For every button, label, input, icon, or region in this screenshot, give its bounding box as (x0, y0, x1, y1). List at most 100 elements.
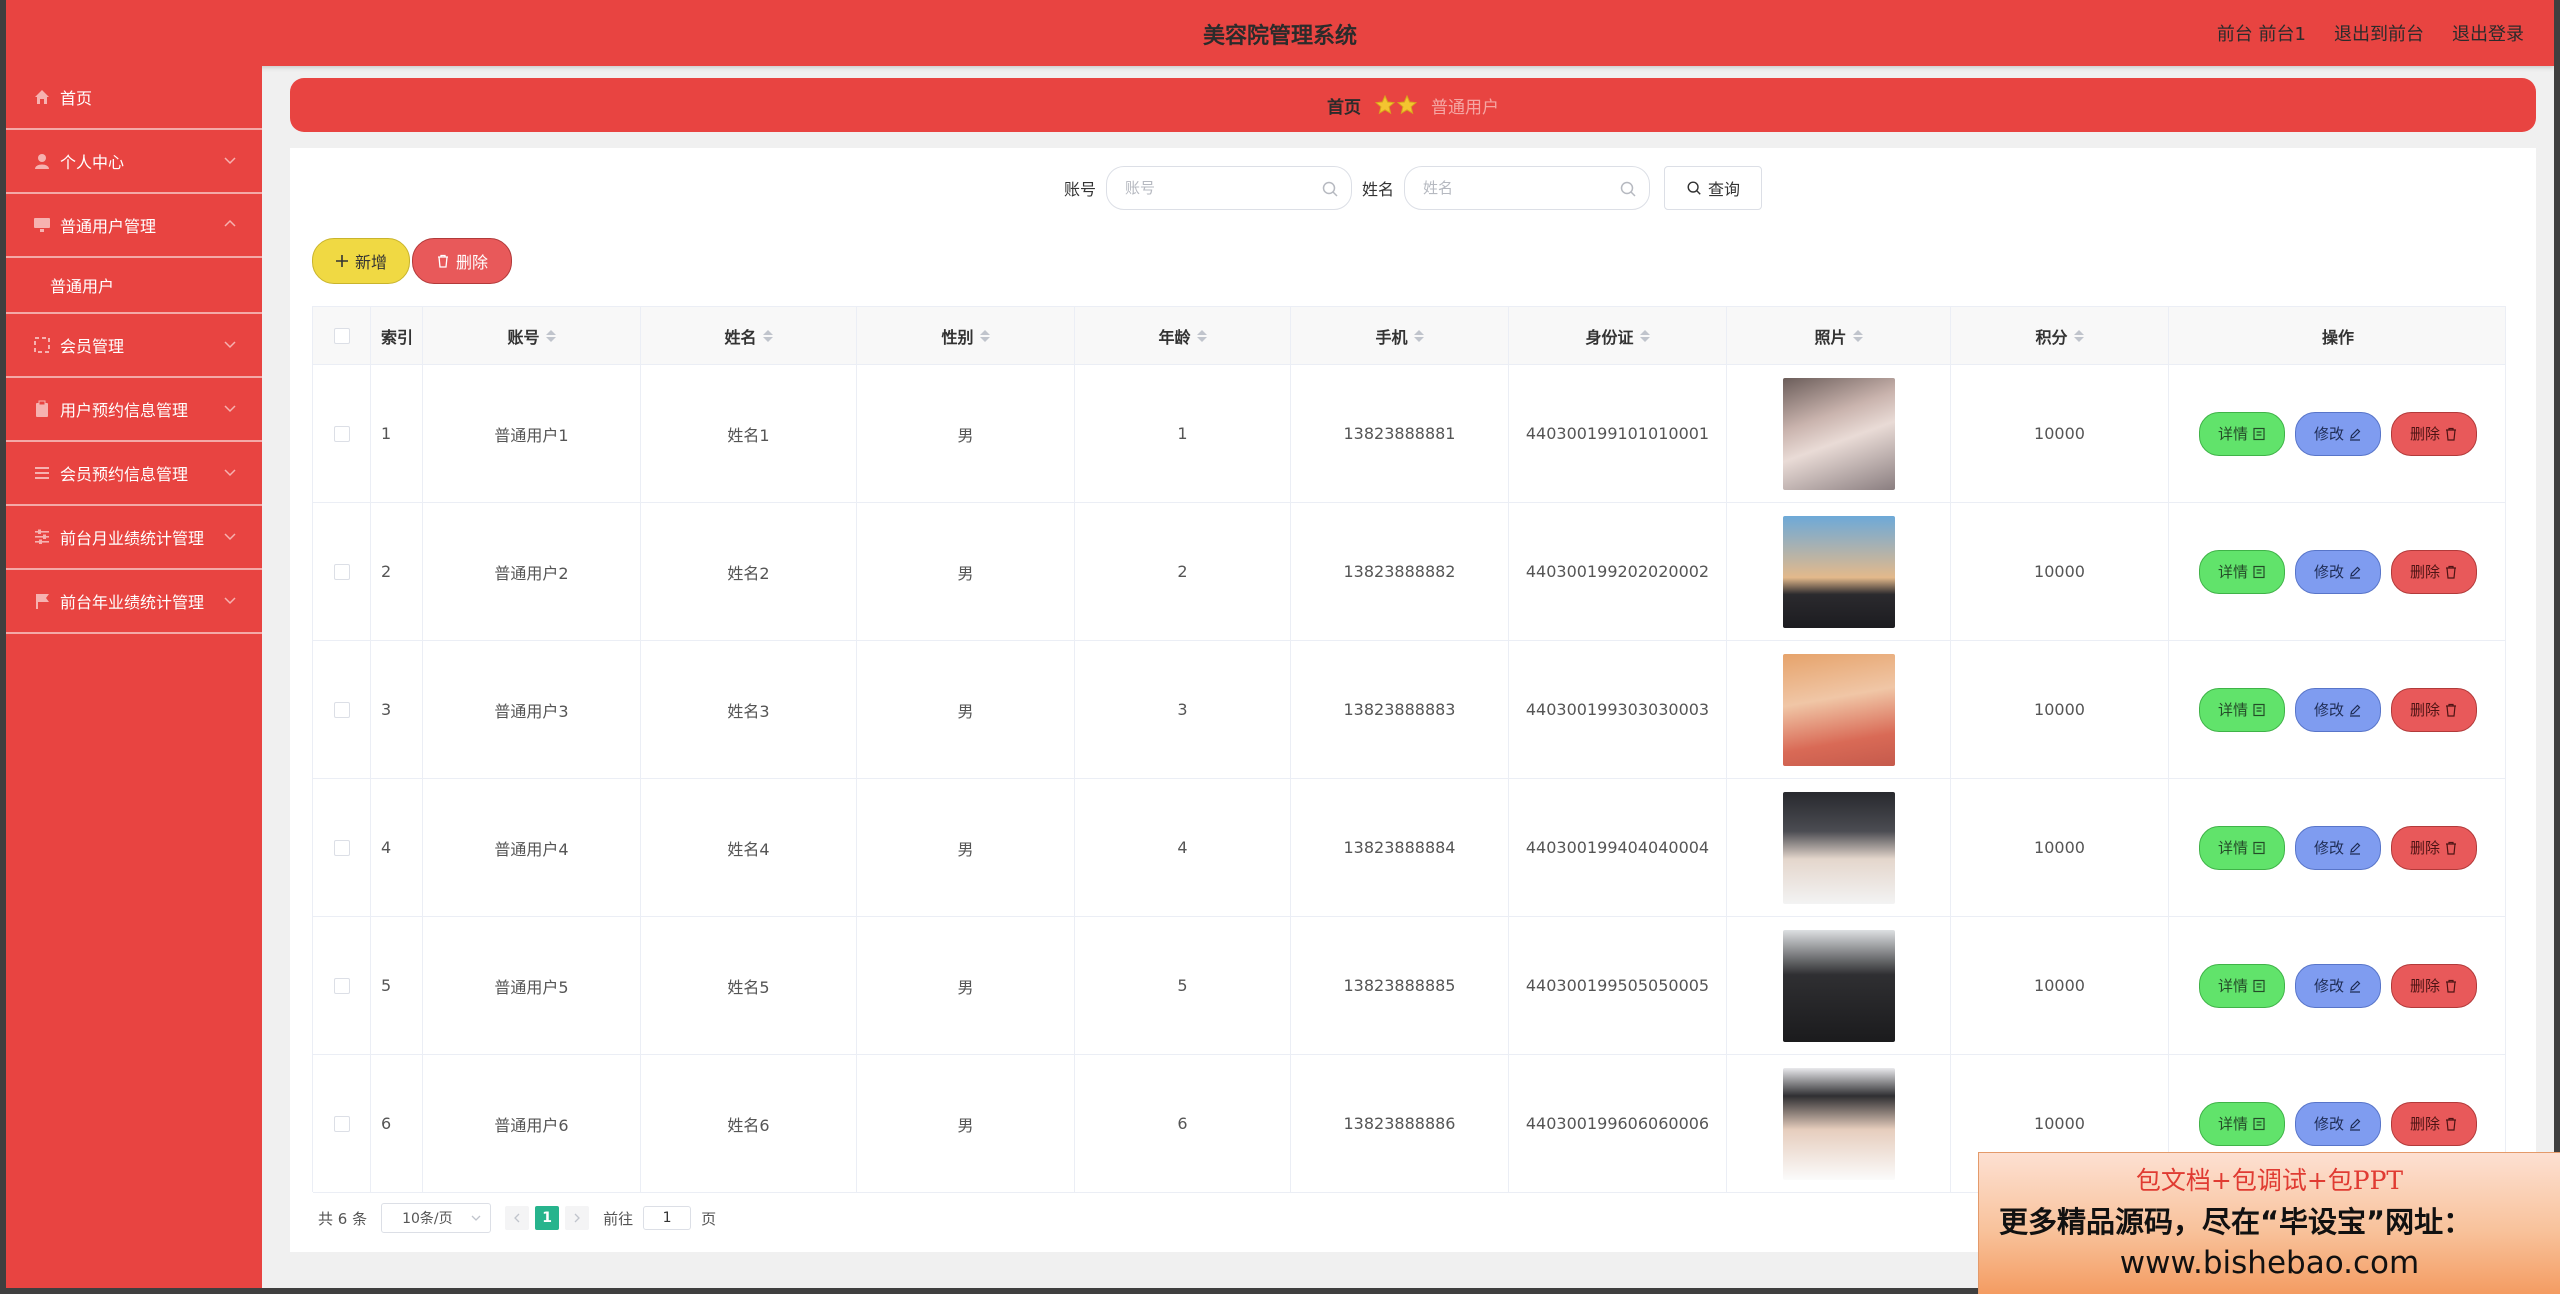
row-delete-button[interactable]: 删除 (2391, 963, 2477, 1008)
query-button[interactable]: 查询 (1664, 166, 1763, 210)
table-row: 1 普通用户1 姓名1 男 1 13823888881 440300199101… (313, 365, 2505, 503)
row-delete-button[interactable]: 删除 (2391, 549, 2477, 594)
cell-operations: 详情 修改 删除 (2169, 365, 2507, 502)
row-checkbox[interactable] (333, 701, 350, 718)
header-label: 账号 (507, 327, 540, 347)
user-photo[interactable] (1782, 929, 1895, 1042)
prev-page-button[interactable] (505, 1206, 530, 1230)
pencil-icon (2350, 980, 2361, 993)
account-search-input[interactable] (1107, 167, 1351, 209)
sort-icon[interactable] (2073, 329, 2084, 342)
add-button[interactable]: 新增 (312, 238, 410, 284)
batch-delete-button[interactable]: 删除 (412, 238, 512, 284)
cell-photo (1727, 503, 1951, 640)
detail-label: 详情 (2217, 425, 2248, 443)
detail-button[interactable]: 详情 (2199, 549, 2285, 594)
edit-button[interactable]: 修改 (2295, 825, 2381, 870)
sidebar-item-member-management[interactable]: 会员管理 (6, 314, 262, 378)
edit-label: 修改 (2313, 563, 2344, 581)
sort-icon[interactable] (1196, 329, 1207, 342)
sort-icon[interactable] (1413, 329, 1424, 342)
content-panel: 账号 姓名 查询 新增 删除 (290, 148, 2536, 1252)
page-buttons: 1 (505, 1206, 590, 1230)
user-icon (32, 151, 52, 171)
row-checkbox[interactable] (333, 1115, 350, 1132)
sidebar-subitem-users[interactable]: 普通用户 (6, 258, 262, 314)
header-account[interactable]: 账号 (423, 307, 641, 364)
edit-button[interactable]: 修改 (2295, 687, 2381, 732)
sort-icon[interactable] (1852, 329, 1863, 342)
goto-page-input[interactable] (643, 1206, 692, 1230)
header-points[interactable]: 积分 (1951, 307, 2169, 364)
row-delete-button[interactable]: 删除 (2391, 1101, 2477, 1146)
cell-age: 2 (1075, 503, 1291, 640)
row-delete-button[interactable]: 删除 (2391, 411, 2477, 456)
edit-button[interactable]: 修改 (2295, 549, 2381, 594)
row-checkbox[interactable] (333, 425, 350, 442)
select-all-checkbox[interactable] (333, 327, 350, 344)
user-photo[interactable] (1782, 515, 1895, 628)
sidebar-item-label: 前台年业绩统计管理 (60, 593, 205, 612)
detail-button[interactable]: 详情 (2199, 825, 2285, 870)
header-photo[interactable]: 照片 (1727, 307, 1951, 364)
header-id-card[interactable]: 身份证 (1509, 307, 1727, 364)
sort-icon[interactable] (979, 329, 990, 342)
list-icon (32, 463, 52, 483)
header-phone[interactable]: 手机 (1291, 307, 1509, 364)
row-delete-button[interactable]: 删除 (2391, 825, 2477, 870)
edit-button[interactable]: 修改 (2295, 411, 2381, 456)
header-gender[interactable]: 性别 (857, 307, 1075, 364)
name-search-input[interactable] (1405, 167, 1650, 209)
document-icon (2253, 565, 2265, 578)
delete-label: 删除 (2409, 563, 2440, 581)
cell-name: 姓名3 (641, 641, 857, 778)
sidebar-item-monthly-stats[interactable]: 前台月业绩统计管理 (6, 506, 262, 570)
breadcrumb-home[interactable]: 首页 (1327, 93, 1361, 118)
cell-index: 6 (371, 1055, 423, 1192)
row-checkbox[interactable] (333, 977, 350, 994)
sidebar-item-user-booking[interactable]: 用户预约信息管理 (6, 378, 262, 442)
detail-button[interactable]: 详情 (2199, 1101, 2285, 1146)
pencil-icon (2350, 1118, 2361, 1131)
header-label: 性别 (941, 327, 974, 347)
page-number-button[interactable]: 1 (535, 1206, 560, 1230)
sidebar-item-user-management[interactable]: 普通用户管理 (6, 194, 262, 258)
sliders-icon (32, 527, 52, 547)
logout-link[interactable]: 退出登录 (2452, 20, 2524, 46)
table-row: 5 普通用户5 姓名5 男 5 13823888885 440300199505… (313, 917, 2505, 1055)
header-name[interactable]: 姓名 (641, 307, 857, 364)
chevron-down-icon (224, 597, 236, 605)
sidebar-item-home[interactable]: 首页 (6, 66, 262, 130)
row-checkbox[interactable] (333, 563, 350, 580)
page-size-select[interactable]: 10条/页 (381, 1203, 492, 1233)
next-page-button[interactable] (565, 1206, 590, 1230)
document-icon (2253, 703, 2265, 716)
sort-icon[interactable] (1639, 329, 1650, 342)
header-label: 照片 (1814, 327, 1847, 347)
user-photo[interactable] (1782, 653, 1895, 766)
detail-button[interactable]: 详情 (2199, 411, 2285, 456)
pencil-icon (2350, 428, 2361, 441)
sidebar-item-personal-center[interactable]: 个人中心 (6, 130, 262, 194)
cell-gender: 男 (857, 779, 1075, 916)
exit-to-frontend-link[interactable]: 退出到前台 (2334, 20, 2424, 46)
edit-button[interactable]: 修改 (2295, 1101, 2381, 1146)
frontdesk-user-link[interactable]: 前台 前台1 (2217, 20, 2306, 46)
user-photo[interactable] (1782, 1067, 1895, 1180)
header-age[interactable]: 年龄 (1075, 307, 1291, 364)
row-checkbox[interactable] (333, 839, 350, 856)
header-index: 索引 (371, 307, 423, 364)
top-links: 前台 前台1 退出到前台 退出登录 (2217, 20, 2524, 46)
edit-button[interactable]: 修改 (2295, 963, 2381, 1008)
sidebar-item-member-booking[interactable]: 会员预约信息管理 (6, 442, 262, 506)
sort-icon[interactable] (762, 329, 773, 342)
user-photo[interactable] (1782, 377, 1895, 490)
detail-button[interactable]: 详情 (2199, 687, 2285, 732)
user-photo[interactable] (1782, 791, 1895, 904)
delete-label: 删除 (2409, 1115, 2440, 1133)
sort-icon[interactable] (545, 329, 556, 342)
detail-button[interactable]: 详情 (2199, 963, 2285, 1008)
row-delete-button[interactable]: 删除 (2391, 687, 2477, 732)
sidebar-item-yearly-stats[interactable]: 前台年业绩统计管理 (6, 570, 262, 634)
cell-photo (1727, 641, 1951, 778)
